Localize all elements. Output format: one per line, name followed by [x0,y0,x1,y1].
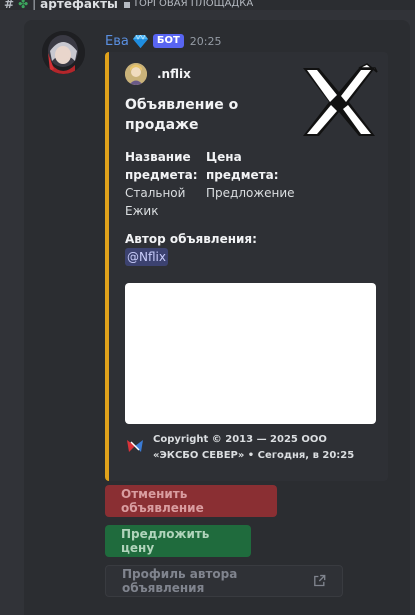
category-icon [123,2,130,8]
embed-footer: Copyright © 2013 — 2025 ООО «ЭКСБО СЕВЕР… [125,432,370,464]
channel-hash-icon: # [4,0,15,10]
field-value: Стальной Ежик [125,186,186,218]
embed-title: Объявление о продаже [125,97,239,133]
message-header: Ева БОТ 20:25 [105,32,222,50]
offer-price-button[interactable]: Предложить цену [105,525,251,557]
embed-card: .nflix Объявление о продаже Название пре… [105,52,388,481]
field-label: Название предмета: [125,150,198,182]
external-link-icon [314,574,326,587]
clover-icon: ✤ [18,0,29,10]
field-label: Цена предмета: [206,150,279,182]
field-price: Цена предмета: Предложение [206,148,295,202]
embed-author: .nflix [125,63,191,85]
user-mention[interactable]: @Nflix [125,248,168,266]
author-profile-link-button[interactable]: Профиль автора объявления [105,565,343,597]
field-listing-author: Автор объявления: @Nflix [125,230,325,266]
bot-badge: БОТ [152,34,184,48]
channel-separator: | [32,0,37,10]
embed-image[interactable] [125,283,376,424]
embed-author-name[interactable]: .nflix [157,67,191,81]
diamond-icon [132,34,148,48]
button-label: Предложить цену [121,527,210,555]
button-label: Отменить объявление [121,487,204,515]
avatar[interactable] [42,31,85,74]
channel-category[interactable]: ТОРГОВАЯ ПЛОЩАДКА [133,0,253,10]
channel-name[interactable]: артефакты [40,0,118,10]
cancel-listing-button[interactable]: Отменить объявление [105,485,277,517]
channel-header: # ✤ | артефакты ТОРГОВАЯ ПЛОЩАДКА [0,0,415,10]
x-logo-thumbnail[interactable] [297,62,381,142]
author-name[interactable]: Ева [105,34,129,49]
embed-author-avatar [125,63,147,85]
field-item-name: Название предмета: Стальной Ежик [125,148,198,220]
footer-text: Copyright © 2013 — 2025 ООО «ЭКСБО СЕВЕР… [153,434,355,461]
exbo-logo-icon [127,440,143,452]
field-value: Предложение [206,186,295,200]
timestamp[interactable]: 20:25 [190,35,222,48]
field-label: Автор объявления: [125,232,257,246]
button-label: Профиль автора объявления [122,567,238,595]
